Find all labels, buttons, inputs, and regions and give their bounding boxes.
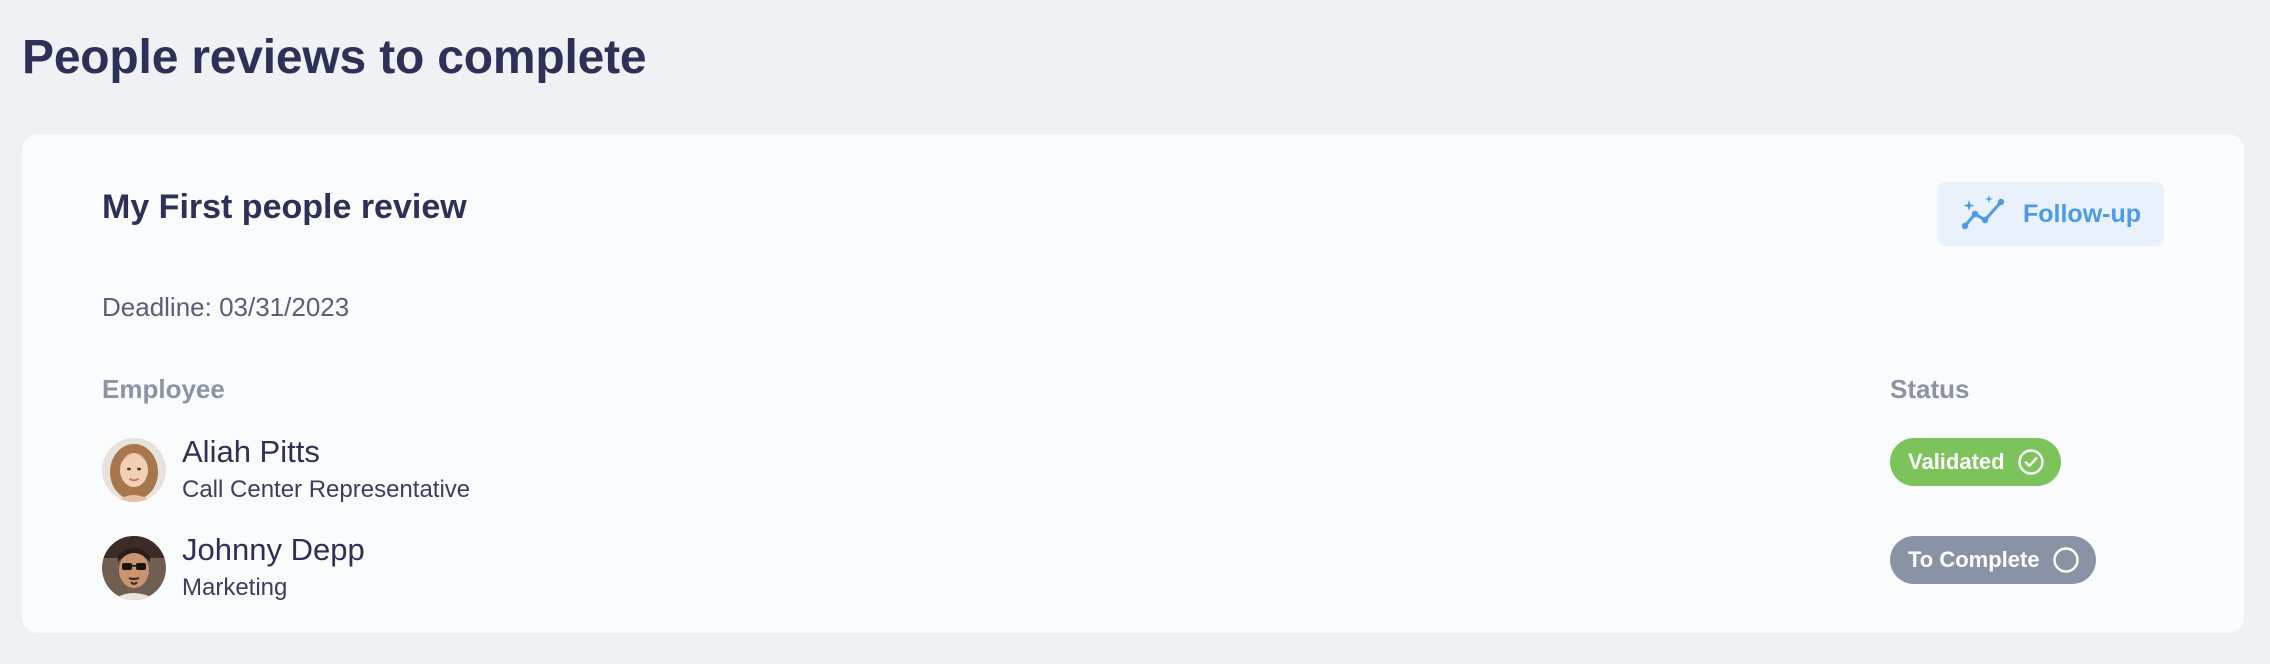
table-row[interactable]: Johnny Depp Marketing To Complete [102, 532, 2164, 604]
employee-role: Call Center Representative [182, 476, 471, 503]
employee-name[interactable]: Johnny Depp [182, 532, 365, 568]
review-title: My First people review [102, 188, 467, 226]
deadline-text: Deadline: 03/31/2023 [102, 292, 350, 322]
status-badge[interactable]: To Complete [1890, 536, 2096, 584]
review-card: My First people review Follow-up Deadlin… [22, 134, 2244, 633]
employee-role: Marketing [182, 574, 288, 601]
sparkle-chart-icon [1961, 195, 2005, 230]
status-label: Validated [1908, 449, 2005, 474]
status-label: To Complete [1908, 547, 2040, 572]
table-row[interactable]: Aliah Pitts Call Center Representative V… [102, 434, 2164, 506]
status-column-header: Status [1890, 374, 1970, 404]
follow-up-button[interactable]: Follow-up [1938, 182, 2164, 246]
empty-circle-icon [2052, 547, 2079, 573]
avatar [102, 438, 166, 502]
page-title: People reviews to complete [22, 31, 647, 84]
follow-up-label: Follow-up [2022, 199, 2142, 228]
employee-name[interactable]: Aliah Pitts [182, 434, 320, 470]
status-badge[interactable]: Validated [1890, 438, 2061, 486]
employee-column-header: Employee [102, 374, 225, 404]
check-circle-icon [2017, 449, 2044, 475]
avatar [102, 536, 166, 600]
